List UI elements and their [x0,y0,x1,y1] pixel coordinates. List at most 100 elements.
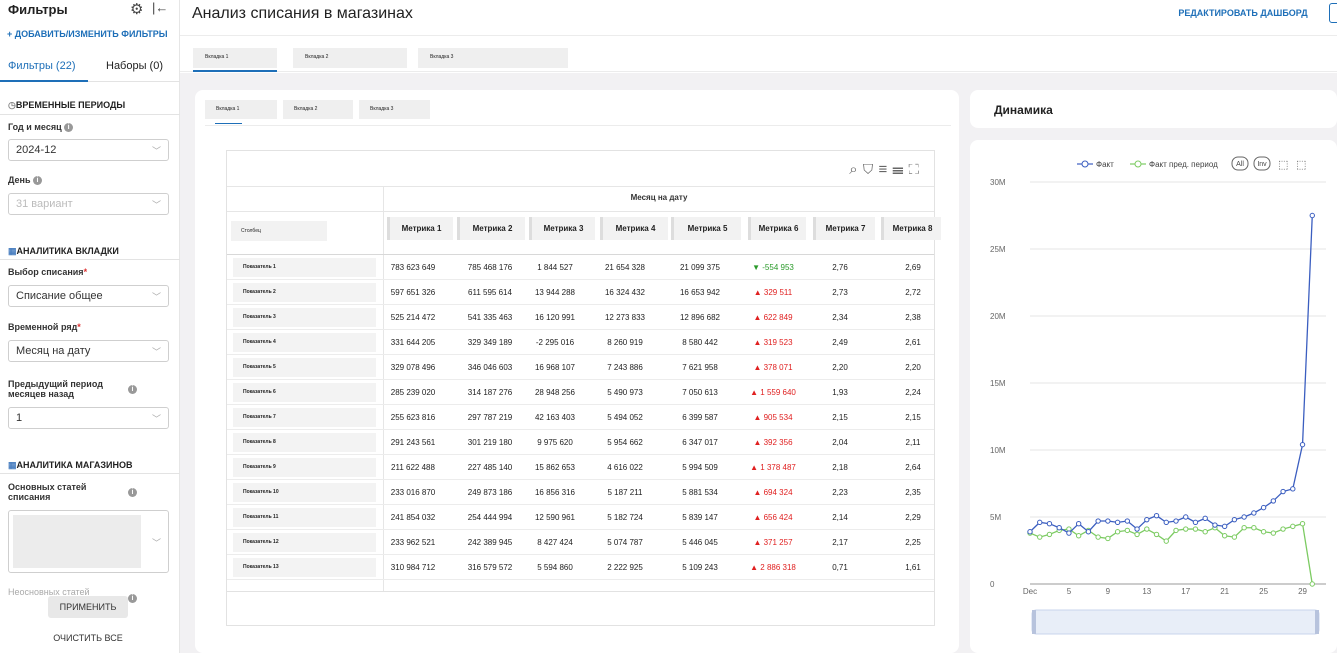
info-icon[interactable]: i [33,176,43,186]
data-point[interactable] [1260,504,1267,511]
next-page-icon[interactable]: ⬚ [1296,158,1306,171]
data-point[interactable] [1183,514,1189,520]
tab-sets[interactable]: Наборы (0) [106,60,163,72]
zoom-handle-left[interactable] [1032,610,1036,634]
row-label[interactable]: Показатель 5 [233,358,376,377]
row-label[interactable]: Показатель 11 [233,508,376,527]
data-point[interactable] [1105,535,1111,542]
table-row[interactable]: Показатель 1 783 623 649 785 468 176 1 844 … [227,255,934,280]
row-label[interactable]: Показатель 4 [233,333,376,352]
table-row[interactable]: Показатель 11 241 854 032 254 444 994 12 59… [227,505,934,530]
year-month-select[interactable]: 2024-12 ﹀ [8,139,169,161]
tab-2[interactable]: Вкладка 2 [293,48,407,68]
column-header-metric-8[interactable]: Метрика 8 [881,217,941,240]
collapse-sidebar-icon[interactable]: |← [152,0,168,15]
inner-tab-3[interactable]: Вкладка 3 [359,100,430,119]
data-point[interactable] [1153,531,1160,538]
data-point[interactable] [1299,441,1306,448]
data-point[interactable] [1095,518,1101,524]
data-point[interactable] [1221,533,1228,539]
clear-all-button[interactable]: ОЧИСТИТЬ ВСЕ [0,633,176,643]
data-point[interactable] [1290,486,1296,492]
column-header-metric-4[interactable]: Метрика 4 [600,217,668,240]
table-row[interactable]: Показатель 5 329 078 496 346 046 603 16 968… [227,355,934,380]
data-point[interactable] [1260,529,1267,535]
gear-icon[interactable]: ⚙ [130,0,143,18]
data-point[interactable] [1153,512,1160,519]
row-label[interactable]: Показатель 9 [233,458,376,477]
table-row[interactable]: Показатель 2 597 651 326 611 595 614 13 944… [227,280,934,305]
data-point[interactable] [1075,533,1082,539]
data-point[interactable] [1037,534,1043,540]
data-point[interactable] [1231,534,1238,540]
data-point[interactable] [1241,525,1247,531]
data-point[interactable] [1173,518,1179,524]
table-row[interactable]: Показатель 13 310 984 712 316 579 572 5 594… [227,555,934,580]
time-series-select[interactable]: Месяц на дату ﹀ [8,340,169,362]
data-point[interactable] [1212,522,1218,528]
data-point[interactable] [1105,518,1111,524]
column-header-metric-5[interactable]: Метрика 5 [671,217,741,240]
fullscreen-icon[interactable]: ⛶ [908,161,924,178]
table-row[interactable]: Показатель 3 525 214 472 541 335 463 16 120… [227,305,934,330]
data-point[interactable] [1280,488,1286,495]
data-point[interactable] [1134,531,1140,538]
more-button[interactable] [1329,3,1337,23]
legend-prev[interactable]: Факт пред. период [1149,160,1218,169]
table-row[interactable]: Показатель 10 233 016 870 249 873 186 16 85… [227,480,934,505]
data-point[interactable] [1270,530,1277,536]
row-label[interactable]: Показатель 6 [233,383,376,402]
row-label[interactable]: Показатель 12 [233,533,376,552]
table-row[interactable]: Показатель 6 285 239 020 314 187 276 28 948… [227,380,934,405]
data-point[interactable] [1144,516,1150,523]
info-icon[interactable]: i [128,385,137,394]
data-point[interactable] [1114,529,1121,535]
table-row[interactable]: Показатель 8 291 243 561 301 219 180 9 975 … [227,430,934,455]
data-point[interactable] [1309,212,1315,219]
prev-page-icon[interactable]: ⬚ [1278,158,1288,171]
data-point[interactable] [1124,518,1131,524]
table-row[interactable]: Показатель 4 331 644 205 329 349 189 -2 295… [227,330,934,355]
row-label[interactable]: Показатель 13 [233,558,376,577]
data-point[interactable] [1251,525,1257,531]
data-point[interactable] [1027,529,1033,535]
data-point[interactable] [1183,526,1189,532]
data-point[interactable] [1114,519,1121,526]
tab-3[interactable]: Вкладка 3 [418,48,568,68]
data-point[interactable] [1290,523,1296,530]
prev-period-select[interactable]: 1 ﹀ [8,407,169,429]
row-label[interactable]: Показатель 7 [233,408,376,427]
row-label[interactable]: Показатель 2 [233,283,376,302]
inner-tab-2[interactable]: Вкладка 2 [283,100,353,119]
data-point[interactable] [1231,516,1238,523]
data-point[interactable] [1046,531,1053,538]
apply-button[interactable]: ПРИМЕНИТЬ [48,596,128,618]
data-point[interactable] [1134,526,1140,532]
data-point[interactable] [1241,514,1247,520]
data-point[interactable] [1173,527,1179,534]
row-label[interactable]: Показатель 8 [233,433,376,452]
data-point[interactable] [1192,519,1199,526]
data-point[interactable] [1056,525,1062,531]
data-point[interactable] [1202,529,1208,535]
inner-tab-1[interactable]: Вкладка 1 [205,100,277,119]
data-point[interactable] [1202,515,1208,522]
data-point[interactable] [1221,523,1228,530]
data-point[interactable] [1144,526,1150,532]
data-point[interactable] [1124,527,1131,534]
table-row[interactable]: Показатель 12 233 962 521 242 389 945 8 427… [227,530,934,555]
filter-icon[interactable]: ⛉ [863,161,879,178]
table-row[interactable]: Показатель 9 211 622 488 227 485 140 15 862… [227,455,934,480]
data-point[interactable] [1163,538,1169,544]
zoom-slider[interactable] [1031,609,1320,635]
column-header-metric-1[interactable]: Метрика 1 [387,217,453,240]
info-icon[interactable]: i [128,488,137,497]
table-row[interactable]: Показатель 7 255 623 816 297 787 219 42 163… [227,405,934,430]
row-label[interactable]: Показатель 1 [233,258,376,277]
main-items-multiselect[interactable]: ﹀ [8,510,169,573]
list-icon[interactable]: ☰ [892,161,908,178]
day-select[interactable]: 31 вариант ﹀ [8,193,169,215]
column-header-metric-3[interactable]: Метрика 3 [529,217,595,240]
search-icon[interactable]: ⌕ [849,161,862,178]
column-header-first[interactable]: Столбец [231,221,327,241]
